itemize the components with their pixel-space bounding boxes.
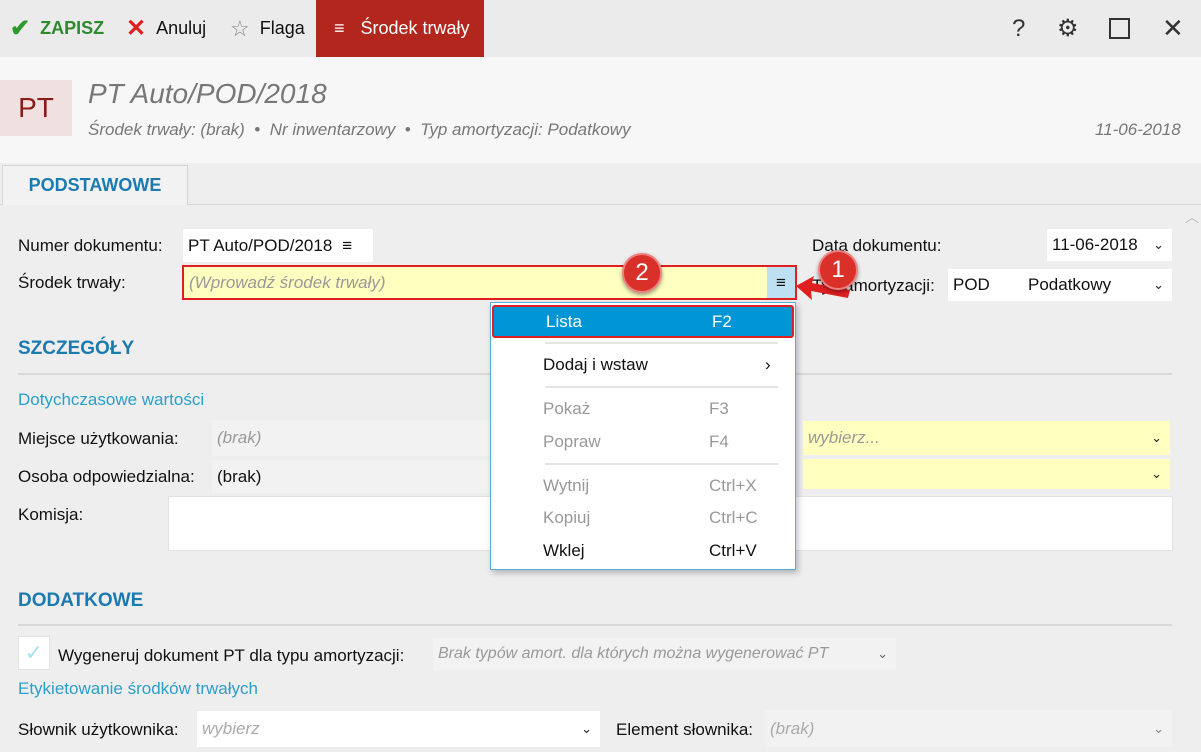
chevron-down-icon: ⌄ [1153, 720, 1164, 736]
menu-item-label: Kopiuj [543, 508, 591, 527]
generate-select[interactable]: Brak typów amort. dla których można wyge… [433, 638, 896, 670]
generate-select-value: Brak typów amort. dla których można wyge… [438, 645, 829, 662]
menu-item-shortcut: F3 [709, 399, 729, 418]
gear-icon[interactable]: ⚙ [1057, 0, 1079, 57]
menu-icon: ≡ [334, 18, 345, 38]
chevron-down-icon: ⌄ [1151, 430, 1162, 445]
subtitle-nr: Nr inwentarzowy [269, 120, 396, 139]
chevron-down-icon: ⌄ [1153, 237, 1164, 252]
srodek-input[interactable]: (Wprowadź środek trwały) [182, 265, 797, 300]
typ-code: POD [953, 275, 990, 294]
flag-button[interactable]: ☆ Flaga [230, 0, 305, 57]
menu-item-dodaj[interactable]: Dodaj i wstaw › [491, 350, 795, 380]
menu-item-label: Popraw [543, 432, 601, 451]
menu-item-wklej[interactable]: Wklej Ctrl+V [491, 536, 795, 566]
save-button[interactable]: ✔ ZAPISZ [10, 0, 104, 57]
divider [18, 624, 1172, 626]
chevron-down-icon: ⌄ [581, 721, 592, 736]
menu-separator [545, 386, 778, 388]
section-szczegoly: SZCZEGÓŁY [18, 338, 135, 359]
komisja-label: Komisja: [18, 505, 84, 524]
element-select[interactable]: (brak) ⌄ [765, 710, 1172, 747]
check-icon: ✓ [24, 640, 44, 665]
close-window-icon[interactable]: ✕ [1162, 0, 1184, 57]
tab-podstawowe[interactable]: PODSTAWOWE [2, 165, 188, 205]
osoba-label: Osoba odpowiedzialna: [18, 467, 195, 486]
close-icon: ✕ [126, 15, 147, 42]
help-icon[interactable]: ? [1012, 0, 1025, 57]
menu-item-shortcut: Ctrl+V [709, 541, 757, 560]
chevron-down-icon: ⌄ [1151, 466, 1162, 481]
osoba-select[interactable]: (brak) [212, 460, 502, 493]
generate-checkbox[interactable]: ✓ [18, 636, 50, 670]
scroll-up-icon[interactable]: ︿ [1185, 207, 1199, 227]
miejsce-right-placeholder: wybierz... [808, 428, 880, 447]
menu-icon: ≡ [776, 272, 786, 292]
srodek-label: Środek trwały: [18, 273, 126, 292]
menu-item-shortcut: F2 [712, 311, 732, 331]
section-dodatkowe: DODATKOWE [18, 590, 144, 611]
menu-item-label: Pokaż [543, 399, 591, 418]
miejsce-select[interactable]: (brak) [212, 420, 502, 456]
menu-item-label: Wklej [543, 541, 585, 560]
menu-item-kopiuj[interactable]: Kopiuj Ctrl+C [491, 503, 795, 533]
menu-item-label: Dodaj i wstaw [543, 355, 648, 374]
chevron-down-icon: ⌄ [1153, 277, 1164, 292]
typ-select[interactable]: POD Podatkowy ⌄ [948, 269, 1172, 301]
page-title: PT Auto/POD/2018 [88, 78, 327, 109]
annotation-badge-2: 2 [622, 253, 662, 293]
chevron-down-icon: ⌄ [877, 646, 888, 661]
menu-item-popraw[interactable]: Popraw F4 [491, 427, 795, 457]
menu-item-shortcut: Ctrl+X [709, 476, 757, 495]
slownik-label: Słownik użytkownika: [18, 720, 179, 739]
dotychczasowe-link[interactable]: Dotychczasowe wartości [18, 390, 204, 410]
tab-srodek-trwaly[interactable]: ≡ Środek trwały [316, 0, 484, 57]
numer-value: PT Auto/POD/2018 [188, 235, 333, 255]
chevron-right-icon: › [765, 355, 771, 374]
subtitle-srodek: Środek trwały: (brak) [88, 120, 245, 139]
maximize-icon[interactable] [1109, 18, 1130, 39]
context-menu: Lista F2 Dodaj i wstaw › Pokaż F3 Popraw F4 … [490, 302, 796, 570]
generate-label: Wygeneruj dokument PT dla typu amortyzac… [58, 646, 405, 665]
annotation-badge-1: 1 [818, 250, 858, 290]
menu-item-pokaz[interactable]: Pokaż F3 [491, 394, 795, 424]
element-label: Element słownika: [616, 720, 754, 739]
menu-item-shortcut: Ctrl+C [709, 508, 758, 527]
osoba-right-select[interactable]: ⌄ [803, 459, 1170, 489]
typ-name: Podatkowy [1028, 275, 1112, 294]
slownik-select[interactable]: wybierz ⌄ [197, 711, 600, 747]
header-date: 11-06-2018 [1095, 120, 1181, 139]
document-type-badge: PT [0, 80, 72, 136]
header-subtitle: Środek trwały: (brak) • Nr inwentarzowy … [88, 120, 631, 139]
data-value: 11-06-2018 [1052, 235, 1138, 254]
menu-separator [545, 463, 778, 465]
cancel-button[interactable]: ✕ Anuluj [126, 0, 206, 57]
menu-item-label: Lista [546, 311, 582, 331]
menu-item-label: Wytnij [543, 476, 590, 495]
data-select[interactable]: 11-06-2018 ⌄ [1047, 229, 1172, 261]
miejsce-value: (brak) [217, 428, 262, 447]
menu-item-wytnij[interactable]: Wytnij Ctrl+X [491, 471, 795, 501]
srodek-placeholder: (Wprowadź środek trwały) [189, 272, 386, 292]
menu-separator [545, 342, 778, 344]
menu-item-shortcut: F4 [709, 432, 729, 451]
element-value: (brak) [770, 718, 815, 738]
menu-item-lista[interactable]: Lista F2 [492, 305, 794, 338]
subtitle-typ: Typ amortyzacji: Podatkowy [420, 120, 631, 139]
star-icon: ☆ [230, 15, 250, 41]
numer-label: Numer dokumentu: [18, 236, 163, 255]
menu-icon[interactable]: ≡ [342, 236, 352, 256]
check-icon: ✔ [10, 15, 31, 42]
miejsce-right-select[interactable]: wybierz... ⌄ [803, 421, 1170, 455]
miejsce-label: Miejsce użytkowania: [18, 429, 179, 448]
etykietowanie-link[interactable]: Etykietowanie środków trwałych [18, 679, 258, 699]
numer-input[interactable]: PT Auto/POD/2018 ≡ [183, 229, 373, 262]
slownik-placeholder: wybierz [202, 719, 260, 738]
osoba-value: (brak) [217, 466, 262, 486]
document-header [0, 57, 1201, 163]
